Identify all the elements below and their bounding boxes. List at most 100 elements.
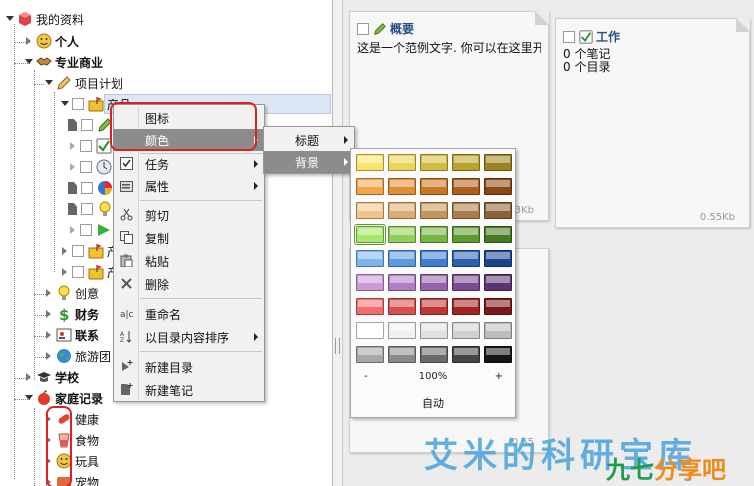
task-checkbox[interactable] xyxy=(80,161,92,173)
menu-item-new-folder[interactable]: 新建目录 xyxy=(114,356,264,378)
color-swatch[interactable] xyxy=(484,226,512,243)
tree-note-row[interactable] xyxy=(68,178,116,198)
expand-arrow-icon[interactable] xyxy=(60,246,69,256)
color-swatch[interactable] xyxy=(452,202,480,219)
color-swatch[interactable] xyxy=(484,154,512,171)
color-swatch[interactable] xyxy=(452,178,480,195)
color-swatch[interactable] xyxy=(356,202,384,219)
task-checkbox[interactable] xyxy=(81,119,93,131)
tree-item-project-plan[interactable]: 项目计划 xyxy=(44,73,123,93)
menu-item-cut[interactable]: 剪切 xyxy=(114,204,264,226)
expand-arrow-icon[interactable] xyxy=(60,267,69,277)
color-swatch[interactable] xyxy=(388,250,416,267)
tree-note-row[interactable] xyxy=(68,199,116,219)
tree-note-row[interactable] xyxy=(68,220,115,240)
collapse-arrow-icon[interactable] xyxy=(24,393,33,403)
color-swatch[interactable] xyxy=(388,226,416,243)
color-swatch[interactable] xyxy=(484,250,512,267)
tree-note-row[interactable] xyxy=(68,136,115,156)
color-swatch[interactable] xyxy=(388,298,416,315)
menu-item-title-color[interactable]: 标题 xyxy=(264,129,354,151)
color-swatch[interactable] xyxy=(388,346,416,363)
menu-item-task[interactable]: 任务 xyxy=(114,153,264,175)
task-checkbox[interactable] xyxy=(72,245,84,257)
tree-root[interactable]: 我的资料 xyxy=(5,9,84,29)
color-swatch[interactable] xyxy=(420,298,448,315)
task-checkbox[interactable] xyxy=(563,30,575,43)
color-swatch[interactable] xyxy=(420,274,448,291)
color-swatch[interactable] xyxy=(420,202,448,219)
color-swatch[interactable] xyxy=(452,274,480,291)
tree-item-finance[interactable]: $ 财务 xyxy=(44,304,99,324)
color-swatch[interactable] xyxy=(388,178,416,195)
tree-note-row[interactable] xyxy=(68,157,115,177)
tree-item-personal[interactable]: 个人 xyxy=(24,31,79,51)
tree-note-row[interactable] xyxy=(68,115,116,135)
expand-arrow-icon[interactable] xyxy=(44,330,53,340)
tree-item-family[interactable]: 家庭记录 xyxy=(24,388,103,408)
tree-item-business[interactable]: 专业商业 xyxy=(24,52,103,72)
collapse-arrow-icon[interactable] xyxy=(60,99,69,109)
tree-item-contacts[interactable]: 联系 xyxy=(44,325,99,345)
color-swatch[interactable] xyxy=(388,274,416,291)
color-swatch[interactable] xyxy=(452,250,480,267)
color-swatch[interactable] xyxy=(388,154,416,171)
color-swatch[interactable] xyxy=(484,298,512,315)
color-swatch[interactable] xyxy=(420,178,448,195)
color-swatch[interactable] xyxy=(420,346,448,363)
pane-splitter[interactable] xyxy=(333,0,343,486)
expand-arrow-icon[interactable] xyxy=(44,309,53,319)
color-swatch[interactable] xyxy=(388,322,416,339)
color-swatch[interactable] xyxy=(452,346,480,363)
color-swatch[interactable] xyxy=(484,322,512,339)
color-swatch[interactable] xyxy=(420,322,448,339)
color-swatch[interactable] xyxy=(484,274,512,291)
color-swatch[interactable] xyxy=(356,250,384,267)
color-swatch[interactable] xyxy=(354,224,386,245)
color-swatch[interactable] xyxy=(356,274,384,291)
tree-item-product-2[interactable]: 产 xyxy=(60,241,119,261)
tree-item-ideas[interactable]: 创意 xyxy=(44,283,99,303)
tree-item-travel[interactable]: 旅游团 xyxy=(44,346,111,366)
color-swatch[interactable] xyxy=(452,226,480,243)
color-swatch[interactable] xyxy=(420,226,448,243)
task-checkbox[interactable] xyxy=(357,22,369,35)
color-swatch[interactable] xyxy=(420,154,448,171)
task-checkbox[interactable] xyxy=(81,182,93,194)
menu-item-background-color[interactable]: 背景 xyxy=(264,151,354,173)
task-checkbox[interactable] xyxy=(72,98,84,110)
color-swatch[interactable] xyxy=(388,202,416,219)
zoom-in-button[interactable]: + xyxy=(495,371,503,382)
color-swatch[interactable] xyxy=(452,298,480,315)
tree-item-school[interactable]: 学校 xyxy=(24,367,79,387)
task-checkbox[interactable] xyxy=(80,224,92,236)
color-swatch[interactable] xyxy=(356,298,384,315)
expand-arrow-icon[interactable] xyxy=(24,372,33,382)
color-swatch[interactable] xyxy=(356,322,384,339)
note-card-work[interactable]: 工作 0 个笔记 0 个目录 0.55Kb xyxy=(555,18,750,228)
expand-arrow-icon[interactable] xyxy=(44,288,53,298)
splitter-grip-icon[interactable] xyxy=(335,338,340,354)
color-swatch[interactable] xyxy=(420,250,448,267)
menu-item-rename[interactable]: a|c 重命名 xyxy=(114,303,264,325)
menu-item-new-note[interactable]: 新建笔记 xyxy=(114,379,264,401)
color-swatch[interactable] xyxy=(484,346,512,363)
color-swatch[interactable] xyxy=(356,346,384,363)
menu-item-copy[interactable]: 复制 xyxy=(114,227,264,249)
expand-arrow-icon[interactable] xyxy=(44,351,53,361)
task-checkbox[interactable] xyxy=(81,203,93,215)
collapse-arrow-icon[interactable] xyxy=(44,78,53,88)
expand-arrow-icon[interactable] xyxy=(24,36,33,46)
color-swatch[interactable] xyxy=(484,178,512,195)
task-checkbox[interactable] xyxy=(72,266,84,278)
color-swatch[interactable] xyxy=(356,154,384,171)
menu-item-delete[interactable]: 删除 xyxy=(114,273,264,295)
color-swatch[interactable] xyxy=(452,154,480,171)
menu-item-sort[interactable]: AZ 以目录内容排序 xyxy=(114,326,264,348)
color-swatch[interactable] xyxy=(356,178,384,195)
collapse-arrow-icon[interactable] xyxy=(24,57,33,67)
menu-item-paste[interactable]: 粘贴 xyxy=(114,250,264,272)
menu-item-properties[interactable]: 属性 xyxy=(114,175,264,197)
auto-color-button[interactable]: 自动 xyxy=(351,395,515,413)
tree-item-product-3[interactable]: 产 xyxy=(60,262,119,282)
